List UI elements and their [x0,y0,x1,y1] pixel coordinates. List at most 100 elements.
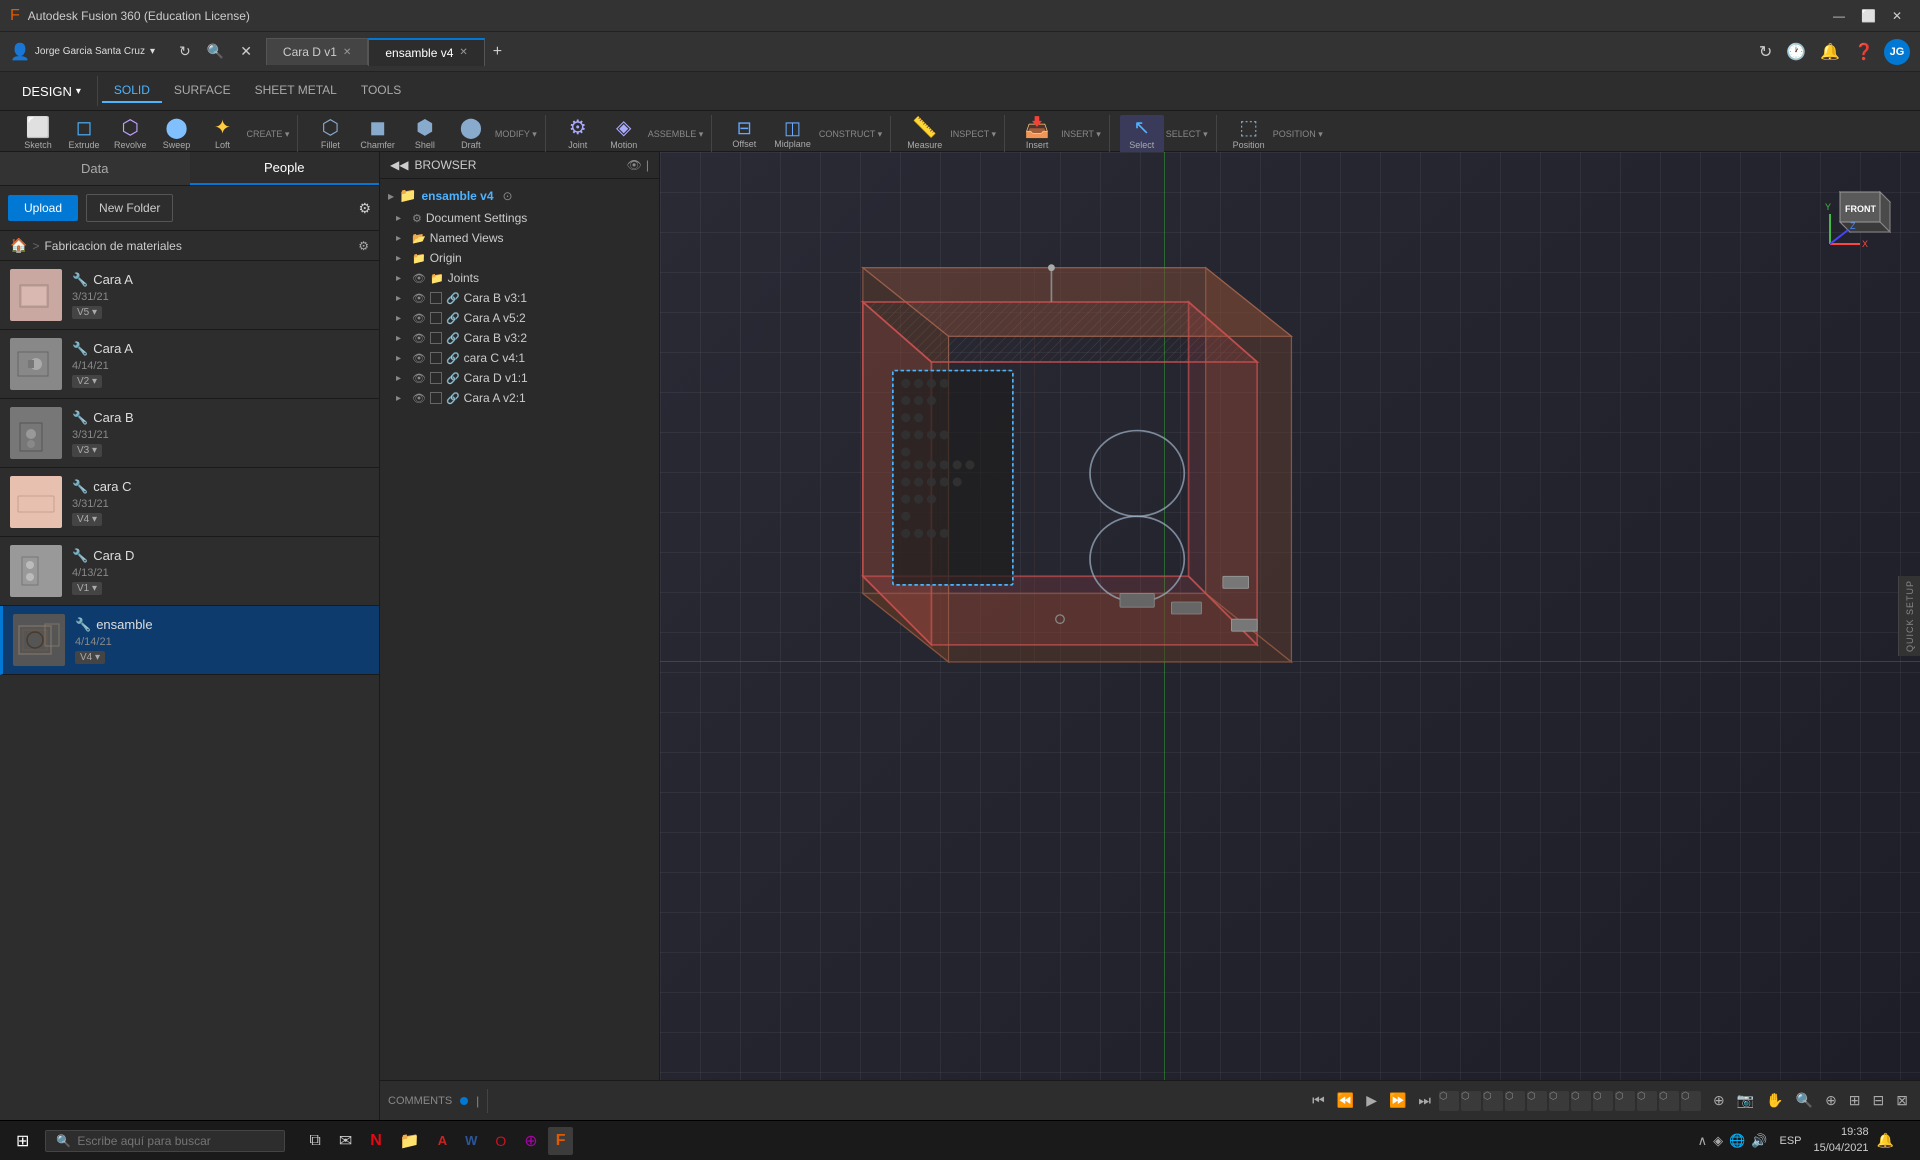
snap-button[interactable]: ⊕ [1709,1090,1729,1111]
frame-11[interactable]: ⬡ [1659,1091,1679,1111]
offset-plane-button[interactable]: ⊟ Offset [722,116,766,152]
tree-item-cara-b-31[interactable]: ▸ 👁 🔗 Cara B v3:1 [380,288,659,308]
tree-item-named-views[interactable]: ▸ 📂 Named Views [380,228,659,248]
fillet-button[interactable]: ⬡ Fillet [308,115,352,153]
tab-close-cara-d[interactable]: ✕ [343,47,351,58]
motion-button[interactable]: ◈ Motion [602,115,646,153]
file-version[interactable]: V3 [72,444,102,457]
revolve-button[interactable]: ⬡ Revolve [108,115,153,153]
frame-7[interactable]: ⬡ [1571,1091,1591,1111]
new-folder-button[interactable]: New Folder [86,194,173,222]
file-version[interactable]: V4 [72,513,102,526]
tree-item-cara-a-21[interactable]: ▸ 👁 🔗 Cara A v2:1 [380,388,659,408]
netflix-button[interactable]: N [362,1127,390,1155]
frame-12[interactable]: ⬡ [1681,1091,1701,1111]
breadcrumb-gear-button[interactable]: ⚙ [358,239,369,253]
grid-view-button[interactable]: ⊞ [1845,1090,1865,1111]
breadcrumb-home-button[interactable]: 🏠 [10,237,27,254]
tree-item-cara-b-32[interactable]: ▸ 👁 🔗 Cara B v3:2 [380,328,659,348]
refresh-button[interactable]: ↻ [175,41,195,62]
frame-4[interactable]: ⬡ [1505,1091,1525,1111]
language-button[interactable]: ESP [1775,1133,1805,1149]
tree-item-cara-a-52[interactable]: ▸ 👁 🔗 Cara A v5:2 [380,308,659,328]
help-button[interactable]: ❓ [1850,40,1878,64]
extrude-button[interactable]: ◻ Extrude [62,115,106,153]
tree-item-cara-d-11[interactable]: ▸ 👁 🔗 Cara D v1:1 [380,368,659,388]
autocad-button[interactable]: A [430,1127,455,1155]
measure-button[interactable]: 📏 Measure [901,115,948,153]
insert-button[interactable]: 📥 Insert [1015,115,1059,153]
tree-item-joints[interactable]: ▸ 👁 📁 Joints [380,268,659,288]
position-button[interactable]: ⬚ Position [1227,115,1271,153]
loft-button[interactable]: ✦ Loft [201,115,245,153]
tray-volume[interactable]: 🔊 [1751,1133,1767,1149]
frame-9[interactable]: ⬡ [1615,1091,1635,1111]
add-tab-button[interactable]: + [485,41,510,63]
file-item-cara-d[interactable]: 🔧 Cara D 4/13/21 V1 [0,537,379,606]
file-item-cara-a-1[interactable]: 🔧 Cara A 3/31/21 V5 [0,261,379,330]
forward-button[interactable]: ⏭ [1414,1090,1435,1111]
search-input[interactable] [77,1134,274,1148]
tray-network[interactable]: 🌐 [1729,1133,1745,1149]
tab-people[interactable]: People [190,152,380,185]
play-button[interactable]: ▶ [1362,1090,1381,1111]
start-button[interactable]: ⊞ [8,1127,37,1155]
file-version[interactable]: V2 [72,375,102,388]
file-item-ensamble[interactable]: 🔧 ensamble 4/14/21 V4 [0,606,379,675]
midplane-button[interactable]: ◫ Midplane [768,116,817,152]
file-version[interactable]: V1 [72,582,102,595]
notification-button[interactable]: 🔔 [1877,1132,1894,1149]
joint-button[interactable]: ⚙ Joint [556,115,600,153]
tray-dropbox[interactable]: ◈ [1713,1133,1723,1149]
rewind-button[interactable]: ⏮ [1308,1090,1329,1111]
tab-cara-d[interactable]: Cara D v1 ✕ [266,38,368,65]
tab-tools[interactable]: TOOLS [349,79,413,103]
avatar-button[interactable]: JG [1884,39,1910,65]
system-clock[interactable]: 19:38 15/04/2021 [1814,1125,1869,1156]
search-button[interactable]: 🔍 [203,41,228,62]
viewport-gizmo[interactable]: FRONT X Y Z [1820,172,1900,252]
file-item-cara-a-2[interactable]: 🔧 Cara A 4/14/21 V2 [0,330,379,399]
browser-eye-button[interactable]: 👁 [627,158,642,172]
tree-root[interactable]: ▸ 📁 ensamble v4 ⊙ [380,183,659,208]
frame-6[interactable]: ⬡ [1549,1091,1569,1111]
sweep-button[interactable]: ⬤ Sweep [155,115,199,153]
design-mode-button[interactable]: DESIGN [10,80,93,103]
chamfer-button[interactable]: ◼ Chamfer [354,115,401,153]
tab-ensamble[interactable]: ensamble v4 ✕ [368,38,484,66]
browser-expand-button[interactable]: | [646,158,649,172]
file-version[interactable]: V5 [72,306,102,319]
tab-sheet-metal[interactable]: SHEET METAL [243,79,349,103]
frame-5[interactable]: ⬡ [1527,1091,1547,1111]
timer-button[interactable]: 🕐 [1782,40,1810,64]
tree-item-cara-c-41[interactable]: ▸ 👁 🔗 cara C v4:1 [380,348,659,368]
pan-button[interactable]: ✋ [1762,1090,1787,1111]
tray-arrow[interactable]: ∧ [1698,1133,1708,1149]
files-button[interactable]: 📁 [392,1127,428,1155]
file-item-cara-b[interactable]: 🔧 Cara B 3/31/21 V3 [0,399,379,468]
maximize-button[interactable]: ⬜ [1853,5,1884,27]
tab-data[interactable]: Data [0,152,190,185]
camera-button[interactable]: 📷 [1733,1090,1758,1111]
frame-8[interactable]: ⬡ [1593,1091,1613,1111]
upload-button[interactable]: Upload [8,195,78,221]
tab-surface[interactable]: SURFACE [162,79,243,103]
tree-item-origin[interactable]: ▸ 📁 Origin [380,248,659,268]
shell-button[interactable]: ⬢ Shell [403,115,447,153]
frame-10[interactable]: ⬡ [1637,1091,1657,1111]
tree-item-doc-settings[interactable]: ▸ ⚙ Document Settings [380,208,659,228]
close-button[interactable]: ✕ [1884,5,1910,27]
user-info[interactable]: 👤 Jorge Garcia Santa Cruz ▾ [10,42,155,62]
word-button[interactable]: W [457,1127,485,1155]
quick-setup-panel[interactable]: QUICK SETUP [1898,576,1920,656]
frame-3[interactable]: ⬡ [1483,1091,1503,1111]
fusion-button[interactable]: F [548,1127,574,1155]
tab-solid[interactable]: SOLID [102,79,162,103]
frame-1[interactable]: ⬡ [1439,1091,1459,1111]
display-settings-button[interactable]: ⊟ [1869,1090,1889,1111]
draft-button[interactable]: ⬤ Draft [449,115,493,153]
select-button[interactable]: ↖ Select [1120,115,1164,153]
mail-button[interactable]: ✉ [331,1127,360,1155]
opera-gx-button[interactable]: ⊕ [516,1127,545,1155]
prev-button[interactable]: ⏪ [1333,1090,1358,1111]
